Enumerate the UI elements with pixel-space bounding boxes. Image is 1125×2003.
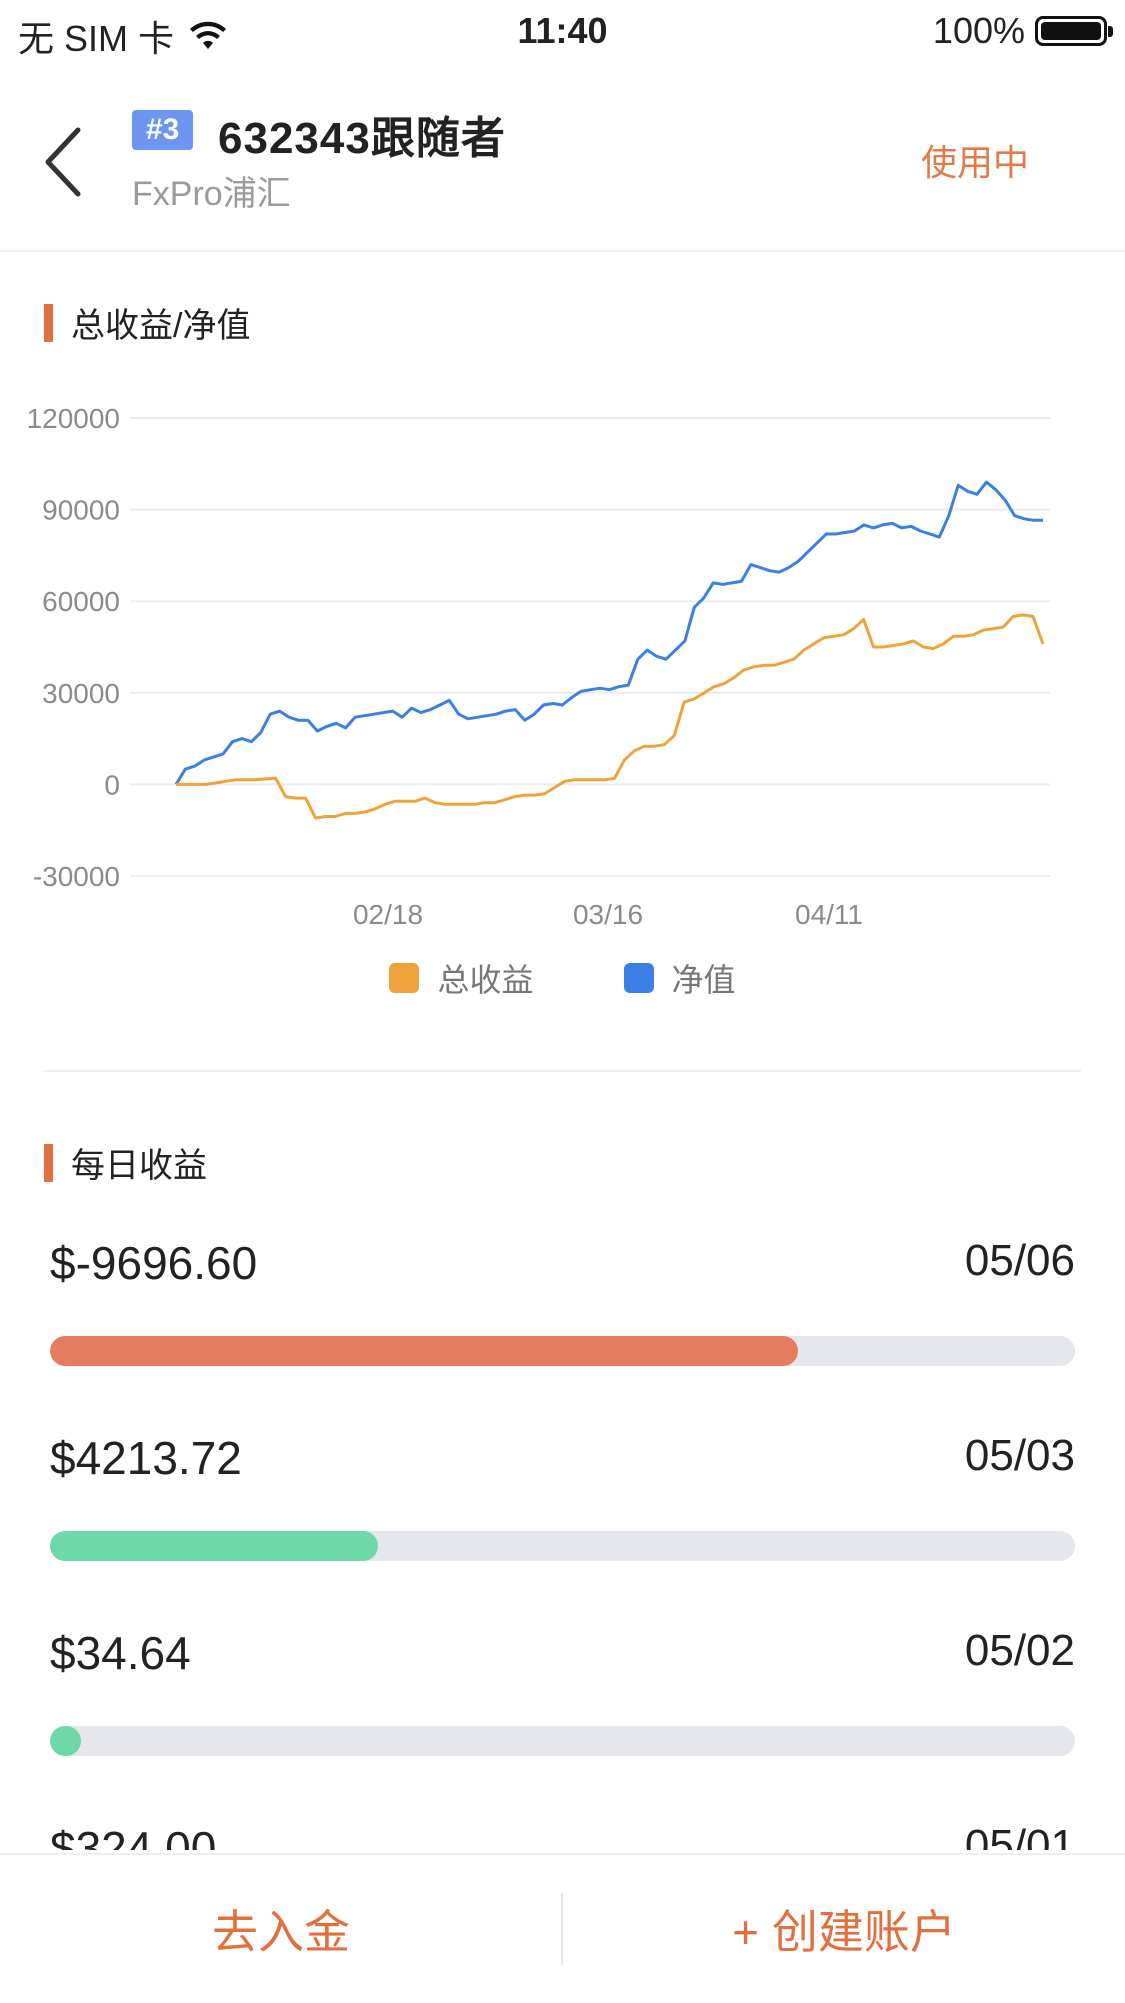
section-accent-bar	[44, 303, 53, 342]
create-account-button[interactable]: + 创建账户	[563, 1855, 1125, 2003]
page-title: 632343跟随者	[218, 114, 506, 163]
progress-track	[50, 1726, 1075, 1756]
progress-fill	[50, 1336, 799, 1366]
bottom-action-bar: 去入金 + 创建账户	[0, 1853, 1125, 2003]
status-badge[interactable]: 使用中	[921, 134, 1029, 186]
daily-amount: $34.64	[50, 1627, 191, 1679]
battery-percent: 100%	[932, 10, 1025, 51]
chart-svg: 120000 90000 60000 30000 0 -30000 02/18 03/16 04…	[27, 403, 1050, 930]
y-tick-label: 120000	[27, 403, 120, 434]
x-tick-label: 02/18	[353, 899, 423, 930]
y-tick-label: 30000	[42, 678, 120, 709]
back-button[interactable]	[38, 122, 98, 202]
daily-section-title: 每日收益	[44, 1138, 207, 1187]
daily-profit-list[interactable]: $-9696.60 05/06 $4213.72 05/03 $34.64 05…	[0, 1210, 1125, 1850]
daily-date: 05/02	[964, 1626, 1075, 1675]
list-item[interactable]: $34.64 05/02	[50, 1626, 1075, 1766]
legend-swatch-net-value	[623, 963, 654, 993]
status-bar: 无 SIM 卡 11:40 100%	[0, 0, 1125, 62]
legend-swatch-total-profit	[389, 963, 420, 993]
battery-icon	[1035, 16, 1113, 46]
y-tick-label: 0	[104, 769, 120, 800]
daily-date: 05/03	[964, 1431, 1075, 1480]
daily-date: 05/01	[964, 1821, 1075, 1850]
list-item[interactable]: $4213.72 05/03	[50, 1431, 1075, 1571]
chevron-left-icon	[45, 127, 81, 197]
legend-item-total-profit[interactable]: 总收益	[389, 955, 534, 1001]
header: #3 632343跟随者 FxPro浦汇 使用中	[0, 62, 1125, 252]
chart: 120000 90000 60000 30000 0 -30000 02/18 03/16 04…	[0, 380, 1125, 1020]
y-tick-label: 90000	[42, 495, 120, 526]
divider	[44, 1070, 1081, 1072]
y-tick-label: -30000	[33, 861, 120, 892]
series-line	[176, 613, 1045, 820]
account-tag: #3	[132, 110, 194, 150]
series-line	[174, 480, 1043, 786]
progress-track	[50, 1336, 1075, 1366]
daily-amount: $-9696.60	[50, 1237, 258, 1289]
list-item[interactable]: $324.00 05/01	[50, 1821, 1075, 1850]
chart-section-title: 总收益/净值	[44, 298, 250, 347]
daily-date: 05/06	[964, 1236, 1075, 1285]
chart-legend: 总收益 净值	[0, 955, 1125, 1001]
legend-label-total-profit: 总收益	[437, 962, 534, 998]
legend-item-net-value[interactable]: 净值	[623, 955, 736, 1001]
status-right: 100%	[932, 10, 1113, 52]
legend-label-net-value: 净值	[671, 962, 736, 998]
list-item[interactable]: $-9696.60 05/06	[50, 1236, 1075, 1376]
broker-name: FxPro浦汇	[132, 175, 291, 213]
progress-track	[50, 1531, 1075, 1561]
progress-fill	[50, 1726, 81, 1756]
chart-title: 总收益/净值	[71, 307, 251, 345]
daily-amount: $324.00	[50, 1822, 217, 1850]
deposit-button[interactable]: 去入金	[0, 1855, 562, 2003]
section-accent-bar	[44, 1143, 53, 1182]
daily-amount: $4213.72	[50, 1432, 242, 1484]
y-tick-label: 60000	[42, 586, 120, 617]
x-tick-label: 04/11	[795, 899, 863, 930]
x-tick-label: 03/16	[573, 899, 643, 930]
progress-fill	[50, 1531, 378, 1561]
daily-title: 每日收益	[71, 1147, 207, 1185]
